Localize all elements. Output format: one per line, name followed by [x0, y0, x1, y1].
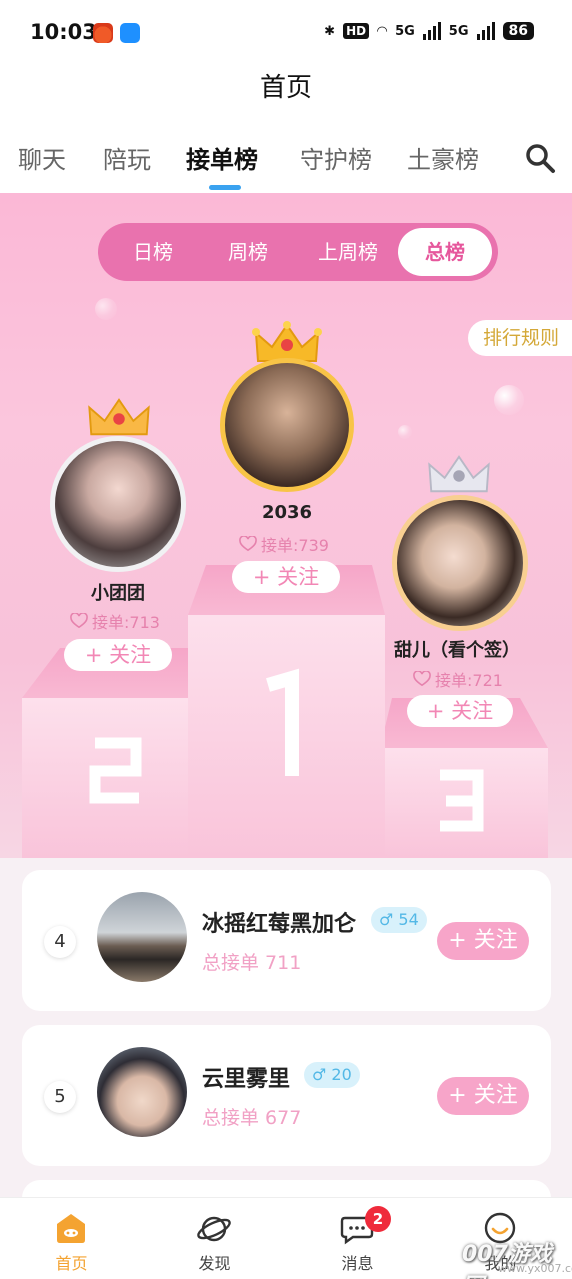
signal-2-icon — [476, 22, 495, 40]
bluetooth-icon: ✱ — [324, 23, 336, 39]
messenger-notification-icon — [120, 23, 140, 43]
network-type-1: 5G — [395, 23, 415, 39]
user-name-rank-3: 甜儿（看个签） — [394, 640, 520, 661]
tab-order-ranking[interactable]: 接单榜 — [186, 140, 258, 175]
user-name-rank-1: 2036 — [261, 502, 313, 523]
follow-button[interactable]: + 关注 — [437, 922, 529, 960]
rank-number: 4 — [44, 926, 76, 958]
avatar[interactable] — [97, 1047, 187, 1137]
nav-discover-label: 发现 — [198, 1254, 231, 1273]
follow-button[interactable]: + 关注 — [437, 1077, 529, 1115]
nav-messages[interactable]: 2 消息 — [286, 1198, 429, 1279]
tab-guardian-ranking[interactable]: 守护榜 — [300, 140, 372, 175]
order-count-rank-1: 接单:739 — [239, 532, 329, 556]
nav-discover[interactable]: 发现 — [143, 1198, 286, 1279]
planet-icon — [197, 1216, 231, 1242]
active-tab-indicator — [209, 185, 241, 190]
heart-icon — [413, 671, 431, 687]
follow-button-rank-3[interactable]: + 关注 — [407, 695, 513, 727]
unread-count-badge: 2 — [365, 1206, 391, 1232]
category-tabs: 聊天 陪玩 接单榜 守护榜 土豪榜 — [0, 120, 572, 194]
watermark-url: www.yx007.com — [498, 1262, 572, 1275]
total-orders: 总接单 711 — [202, 952, 302, 974]
status-indicators: ✱ HD ◠ 5G 5G 86 — [324, 22, 534, 40]
battery-indicator: 86 — [502, 22, 534, 40]
network-type-2: 5G — [448, 23, 469, 39]
avatar-rank-3[interactable] — [392, 495, 528, 631]
page-title: 首页 — [0, 64, 572, 120]
podium-2-front — [22, 698, 198, 858]
nav-home[interactable]: 首页 — [0, 1198, 143, 1279]
gender-age-badge: ♂ 20 — [304, 1062, 360, 1088]
nav-messages-label: 消息 — [341, 1254, 374, 1273]
heart-icon — [239, 536, 257, 552]
nav-home-label: 首页 — [55, 1254, 88, 1273]
status-bar: 10:03 ✱ HD ◠ 5G 5G 86 — [0, 0, 572, 64]
ranking-list-item[interactable]: 5 云里雾里 ♂ 20 总接单 677 + 关注 — [22, 1025, 551, 1166]
search-icon[interactable] — [524, 142, 556, 174]
wifi-icon: ◠ — [377, 23, 388, 39]
tab-chat[interactable]: 聊天 — [18, 140, 66, 175]
ranking-list-item[interactable]: 4 冰摇红莓黑加仑 ♂ 54 总接单 711 + 关注 — [22, 870, 551, 1011]
total-orders: 总接单 677 — [202, 1107, 302, 1129]
bronze-crown-icon — [428, 455, 490, 493]
hd-voice-badge: HD — [343, 23, 370, 39]
gender-age-badge: ♂ 54 — [371, 907, 427, 933]
signal-1-icon — [422, 22, 441, 40]
user-name-rank-2: 小团团 — [91, 583, 145, 604]
tab-tycoon-ranking[interactable]: 土豪榜 — [407, 140, 479, 175]
rank-number: 5 — [44, 1081, 76, 1113]
list-user-name: 云里雾里 — [202, 1067, 291, 1092]
order-count-rank-3: 接单:721 — [413, 667, 503, 691]
status-time: 10:03 — [30, 20, 97, 44]
home-icon — [57, 1214, 85, 1243]
follow-button-rank-2[interactable]: + 关注 — [64, 639, 172, 671]
list-user-name: 冰摇红莓黑加仑 — [202, 912, 357, 937]
avatar-rank-2[interactable] — [50, 436, 186, 572]
avatar[interactable] — [97, 892, 187, 982]
app-notification-icon — [93, 23, 113, 43]
avatar-rank-1[interactable] — [220, 358, 354, 492]
order-count-rank-2: 接单:713 — [70, 609, 160, 633]
heart-icon — [70, 613, 88, 629]
ranking-hero: 日榜 周榜 上周榜 总榜 排行规则 2036 接单:739 + 关注 小团团 接… — [0, 193, 572, 858]
follow-button-rank-1[interactable]: + 关注 — [232, 561, 340, 593]
silver-crown-icon — [88, 398, 150, 436]
tab-companion[interactable]: 陪玩 — [103, 140, 151, 175]
